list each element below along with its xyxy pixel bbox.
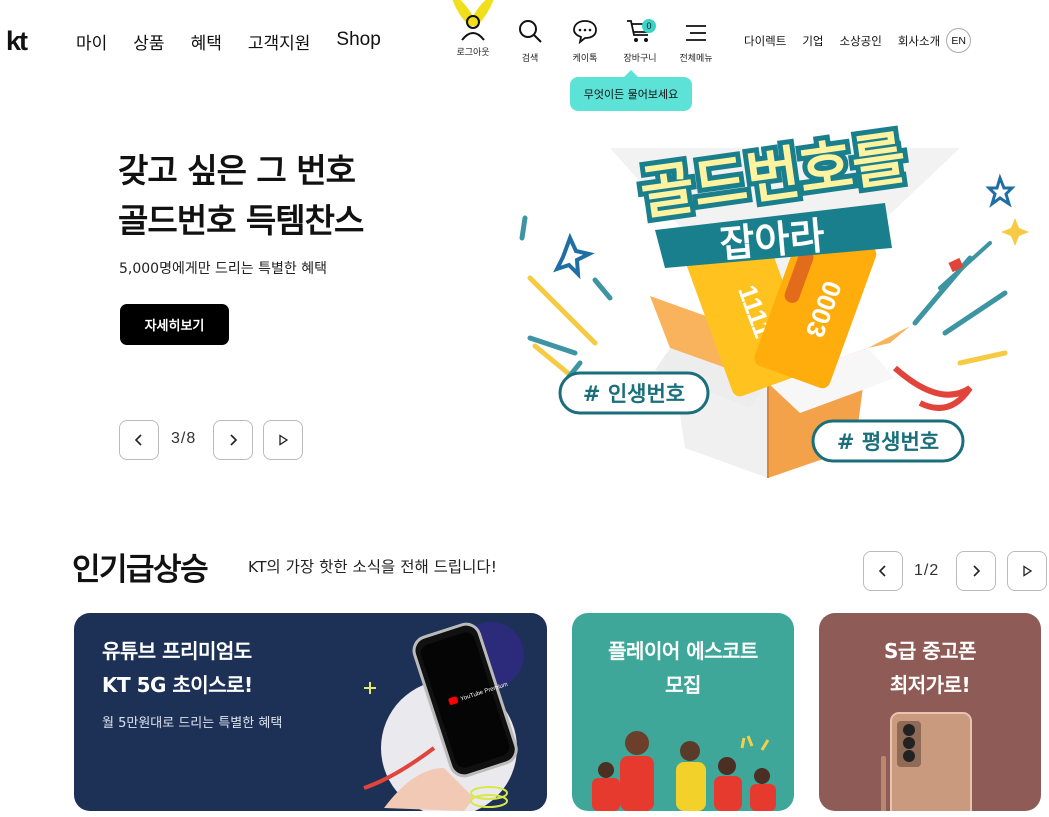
card2-title-line1: 플레이어 에스코트: [608, 639, 758, 663]
nav-item-my[interactable]: 마이: [76, 29, 107, 54]
chevron-left-icon: [878, 565, 886, 577]
ktalk-tooltip[interactable]: 무엇이든 물어보세요: [570, 70, 692, 111]
hero-prev-button[interactable]: [119, 420, 159, 460]
hero-title: 갖고 싶은 그 번호 골드번호 득템찬스: [118, 146, 364, 246]
card-player-escort[interactable]: 플레이어 에스코트 모집: [572, 613, 794, 811]
chevron-right-icon: [230, 434, 238, 446]
search-icon: [517, 0, 543, 44]
card3-title: S급 중고폰 최저가로!: [819, 634, 1041, 702]
used-phone-image: [881, 712, 972, 811]
header-links: 다이렉트 기업 소상공인 회사소개 EN: [744, 28, 972, 53]
hero-pager: 3/8: [171, 430, 197, 447]
card-used-phone[interactable]: S급 중고폰 최저가로!: [819, 613, 1041, 811]
link-small-business[interactable]: 소상공인: [840, 33, 882, 49]
hero-play-button[interactable]: [263, 420, 303, 460]
ktalk-button[interactable]: 케이톡: [567, 0, 603, 70]
card1-subtitle: 월 5만원대로 드리는 특별한 혜택: [102, 716, 283, 731]
card2-title-line2: 모집: [665, 673, 701, 697]
main-nav: 마이 상품 혜택 고객지원 Shop: [76, 29, 407, 54]
trending-pager: 1/2: [914, 562, 940, 579]
play-icon: [1023, 565, 1033, 577]
card1-title-line1: 유튜브 프리미엄도: [102, 639, 252, 663]
soccer-players-image: [592, 731, 776, 811]
tag-life-number: # 인생번호: [583, 382, 685, 406]
art-headline2: 잡아라: [718, 214, 826, 267]
chevron-left-icon: [134, 434, 142, 446]
logout-button[interactable]: 로그아웃: [447, 0, 499, 70]
chat-bubble-icon: [572, 0, 598, 44]
nav-item-shop[interactable]: Shop: [336, 29, 380, 54]
menu-icon: [684, 0, 708, 44]
youtube-phone-image: YouTube Premium: [363, 622, 524, 811]
link-direct[interactable]: 다이렉트: [744, 33, 786, 49]
hero-title-line1: 갖고 싶은 그 번호: [118, 151, 356, 190]
kt-logo[interactable]: kt: [6, 26, 28, 57]
hero-subtitle: 5,000명에게만 드리는 특별한 혜택: [119, 261, 327, 277]
cart-icon: 0: [625, 0, 656, 44]
hero-gold-number-illustration[interactable]: 1111 0003 골드번호를 잡아라 # 인생번호 # 평생번호: [500, 108, 1049, 488]
search-label: 검색: [521, 54, 539, 64]
card3-title-line1: S급 중고폰: [884, 639, 976, 663]
user-logout-icon: [447, 0, 499, 44]
search-button[interactable]: 검색: [513, 0, 547, 70]
trending-play-button[interactable]: [1007, 551, 1047, 591]
play-icon: [279, 434, 289, 446]
link-business[interactable]: 기업: [802, 33, 823, 49]
all-menu-button[interactable]: 전체메뉴: [676, 0, 716, 70]
card3-title-line2: 최저가로!: [889, 673, 971, 697]
hero-title-line2: 골드번호 득템찬스: [118, 201, 364, 240]
ktalk-label: 케이톡: [572, 54, 598, 64]
trending-subtitle: KT의 가장 핫한 소식을 전해 드립니다!: [248, 558, 497, 576]
language-en-button[interactable]: EN: [946, 28, 972, 53]
card1-title-line2: KT 5G 초이스로!: [102, 673, 253, 697]
trending-title: 인기급상승: [72, 552, 209, 588]
card-youtube-premium[interactable]: 유튜브 프리미엄도 KT 5G 초이스로! 월 5만원대로 드리는 특별한 혜택…: [74, 613, 547, 811]
cart-button[interactable]: 0 장바구니: [620, 0, 660, 70]
trending-next-button[interactable]: [956, 551, 996, 591]
link-company[interactable]: 회사소개: [898, 33, 940, 49]
trending-prev-button[interactable]: [863, 551, 903, 591]
logout-label: 로그아웃: [456, 48, 490, 58]
hero-detail-button[interactable]: 자세히보기: [120, 304, 229, 345]
nav-item-products[interactable]: 상품: [133, 29, 164, 54]
cart-label: 장바구니: [623, 54, 657, 64]
menu-label: 전체메뉴: [679, 54, 713, 64]
tag-lifetime-number: # 평생번호: [837, 430, 939, 454]
card1-title: 유튜브 프리미엄도 KT 5G 초이스로!: [102, 634, 253, 702]
nav-item-benefits[interactable]: 혜택: [191, 29, 222, 54]
chevron-right-icon: [973, 565, 981, 577]
nav-item-support[interactable]: 고객지원: [248, 29, 311, 54]
hero-next-button[interactable]: [213, 420, 253, 460]
card2-title: 플레이어 에스코트 모집: [572, 634, 794, 702]
cart-badge: 0: [642, 19, 656, 33]
